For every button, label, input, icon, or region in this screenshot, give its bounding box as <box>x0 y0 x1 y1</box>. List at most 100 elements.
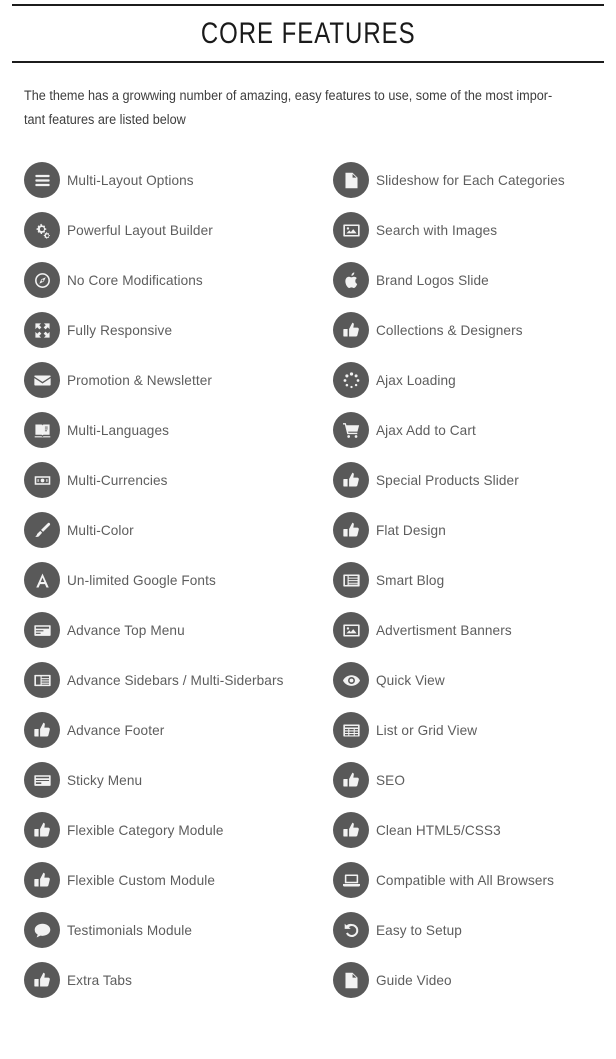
feature-item[interactable]: Guide Video <box>333 955 616 1005</box>
feature-label: Testimonials Module <box>67 922 193 938</box>
page-title: CORE FEATURES <box>200 16 416 50</box>
feature-label: Collections & Designers <box>376 322 523 338</box>
thumbs-up-icon <box>333 462 369 498</box>
feature-item[interactable]: Clean HTML5/CSS3 <box>333 805 616 855</box>
thumbs-up-icon <box>333 512 369 548</box>
page-header: CORE FEATURES <box>12 4 604 63</box>
feature-item[interactable]: Flexible Category Module <box>24 805 324 855</box>
feature-label: Multi-Layout Options <box>67 172 194 188</box>
expand-arrows-icon <box>24 312 60 348</box>
envelope-icon <box>24 362 60 398</box>
feature-item[interactable]: Ajax Loading <box>333 355 616 405</box>
feature-item[interactable]: SEO <box>333 755 616 805</box>
feature-label: Fully Responsive <box>67 322 173 338</box>
feature-item[interactable]: Slideshow for Each Categories <box>333 155 616 205</box>
feature-label: Multi-Currencies <box>67 472 168 488</box>
picture-icon <box>333 612 369 648</box>
feature-item[interactable]: Easy to Setup <box>333 905 616 955</box>
feature-label: Clean HTML5/CSS3 <box>376 822 501 838</box>
feature-item[interactable]: Sticky Menu <box>24 755 324 805</box>
file-image-icon <box>333 162 369 198</box>
feature-item[interactable]: Compatible with All Browsers <box>333 855 616 905</box>
top-menu-bar-icon <box>24 612 60 648</box>
feature-label: Advance Footer <box>67 722 165 738</box>
picture-icon <box>333 212 369 248</box>
grid-icon <box>333 712 369 748</box>
feature-label: Sticky Menu <box>67 772 143 788</box>
font-a-icon <box>24 562 60 598</box>
thumbs-up-icon <box>24 962 60 998</box>
file-video-icon <box>333 962 369 998</box>
feature-label: Promotion & Newsletter <box>67 372 212 388</box>
thumbs-up-icon <box>24 862 60 898</box>
feature-item[interactable]: Advance Footer <box>24 705 324 755</box>
features-left-column: Multi-Layout Options Powerful Layout Buil… <box>24 155 324 1005</box>
intro-paragraph: The theme has a growwing number of amazi… <box>24 88 553 127</box>
feature-label: Powerful Layout Builder <box>67 222 213 238</box>
feature-label: Extra Tabs <box>67 972 132 988</box>
feature-item[interactable]: Promotion & Newsletter <box>24 355 324 405</box>
feature-item[interactable]: Multi-Languages <box>24 405 324 455</box>
feature-label: No Core Modifications <box>67 272 203 288</box>
feature-item[interactable]: Smart Blog <box>333 555 616 605</box>
spinner-icon <box>333 362 369 398</box>
feature-item[interactable]: List or Grid View <box>333 705 616 755</box>
feature-item[interactable]: Testimonials Module <box>24 905 324 955</box>
feature-item[interactable]: Multi-Currencies <box>24 455 324 505</box>
feature-item[interactable]: Ajax Add to Cart <box>333 405 616 455</box>
feature-label: Slideshow for Each Categories <box>376 172 565 188</box>
feature-label: Flexible Custom Module <box>67 872 216 888</box>
feature-item[interactable]: Powerful Layout Builder <box>24 205 324 255</box>
comment-icon <box>24 912 60 948</box>
feature-label: Special Products Slider <box>376 472 519 488</box>
sticky-menu-bar-icon <box>24 762 60 798</box>
feature-item[interactable]: Brand Logos Slide <box>333 255 616 305</box>
feature-label: Un-limited Google Fonts <box>67 572 216 588</box>
feature-label: Guide Video <box>376 972 452 988</box>
eye-icon <box>333 662 369 698</box>
feature-item[interactable]: Multi-Layout Options <box>24 155 324 205</box>
feature-label: Quick View <box>376 672 445 688</box>
feature-item[interactable]: Advance Sidebars / Multi-Siderbars <box>24 655 324 705</box>
feature-label: Multi-Languages <box>67 422 170 438</box>
feature-label: Ajax Loading <box>376 372 456 388</box>
language-book-icon <box>24 412 60 448</box>
thumbs-up-icon <box>24 812 60 848</box>
thumbs-up-icon <box>24 712 60 748</box>
feature-item[interactable]: Fully Responsive <box>24 305 324 355</box>
apple-logo-icon <box>333 262 369 298</box>
feature-item[interactable]: Quick View <box>333 655 616 705</box>
feature-label: Easy to Setup <box>376 922 462 938</box>
feature-item[interactable]: Search with Images <box>333 205 616 255</box>
sidebar-layout-icon <box>24 662 60 698</box>
feature-item[interactable]: Advance Top Menu <box>24 605 324 655</box>
feature-item[interactable]: No Core Modifications <box>24 255 324 305</box>
feature-label: Compatible with All Browsers <box>376 872 555 888</box>
feature-item[interactable]: Flat Design <box>333 505 616 555</box>
feature-item[interactable]: Special Products Slider <box>333 455 616 505</box>
feature-label: List or Grid View <box>376 722 478 738</box>
feature-item[interactable]: Multi-Color <box>24 505 324 555</box>
feature-label: Ajax Add to Cart <box>376 422 476 438</box>
feature-item[interactable]: Collections & Designers <box>333 305 616 355</box>
feature-label: Search with Images <box>376 222 498 238</box>
feature-item[interactable]: Advertisment Banners <box>333 605 616 655</box>
laptop-icon <box>333 862 369 898</box>
feature-item[interactable]: Un-limited Google Fonts <box>24 555 324 605</box>
feature-label: Flat Design <box>376 522 446 538</box>
feature-label: Multi-Color <box>67 522 134 538</box>
cogs-icon <box>24 212 60 248</box>
feature-label: Advance Top Menu <box>67 622 185 638</box>
features-right-column: Slideshow for Each Categories Search with… <box>333 155 616 1005</box>
shopping-cart-icon <box>333 412 369 448</box>
list-icon <box>24 162 60 198</box>
feature-label: Smart Blog <box>376 572 445 588</box>
money-bill-icon <box>24 462 60 498</box>
feature-item[interactable]: Extra Tabs <box>24 955 324 1005</box>
undo-arrow-icon <box>333 912 369 948</box>
feature-label: Brand Logos Slide <box>376 272 489 288</box>
feature-item[interactable]: Flexible Custom Module <box>24 855 324 905</box>
feature-label: Flexible Category Module <box>67 822 224 838</box>
thumbs-up-icon <box>333 312 369 348</box>
thumbs-up-icon <box>333 762 369 798</box>
